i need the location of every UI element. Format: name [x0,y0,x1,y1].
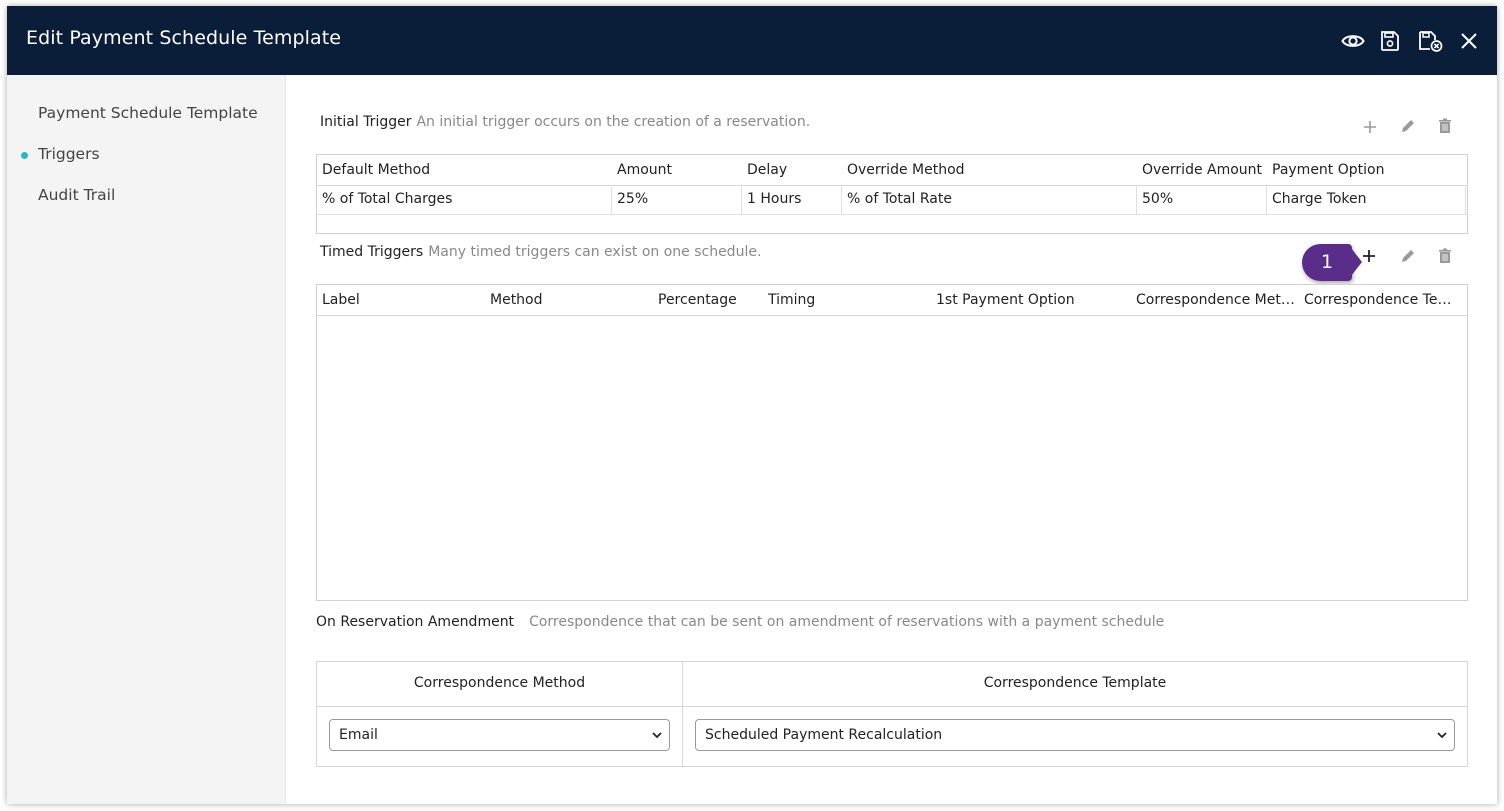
chevron-down-icon [1437,732,1447,739]
timed-triggers-header: Timed Triggers Many timed triggers can ex… [320,244,761,260]
amendment-table-header: Correspondence Method Correspondence Tem… [317,662,1467,707]
preview-eye-icon[interactable] [1341,29,1365,53]
edit-initial-trigger-icon[interactable] [1399,117,1417,135]
active-indicator-dot [21,152,28,159]
sidebar-item-triggers[interactable]: Triggers [38,145,100,163]
delete-initial-trigger-icon[interactable] [1436,117,1454,135]
column-first-payment-option[interactable]: 1st Payment Option [936,292,1126,308]
timed-triggers-table-header: Label Method Percentage Timing 1st Payme… [317,285,1467,316]
column-divider [1136,185,1137,214]
column-correspondence-template[interactable]: Correspondence Tem... [1304,292,1464,308]
column-timing[interactable]: Timing [768,292,928,308]
dialog-window: Edit Payment Schedule Template Payment S… [7,6,1497,804]
column-delay[interactable]: Delay [747,162,837,178]
column-divider [611,185,612,214]
step-callout-badge: 1 [1302,244,1352,281]
column-label[interactable]: Label [322,292,482,308]
column-method[interactable]: Method [490,292,650,308]
column-correspondence-method: Correspondence Method [413,675,586,691]
save-icon[interactable] [1378,29,1402,53]
column-divider [682,662,683,766]
cell-payment-option: Charge Token [1272,191,1367,207]
delete-timed-trigger-icon[interactable] [1436,247,1454,265]
chevron-down-icon [652,732,662,739]
column-default-method[interactable]: Default Method [322,162,607,178]
amendment-description: Correspondence that can be sent on amend… [529,614,1165,630]
column-correspondence-template: Correspondence Template [983,675,1167,691]
column-override-amount[interactable]: Override Amount [1142,162,1267,178]
amendment-table: Correspondence Method Correspondence Tem… [316,661,1468,767]
title-bar: Edit Payment Schedule Template [7,6,1497,75]
cell-delay: 1 Hours [747,191,802,207]
main-content: Initial Trigger An initial trigger occurs… [286,75,1497,804]
close-icon[interactable] [1457,29,1481,53]
column-amount[interactable]: Amount [617,162,737,178]
column-override-method[interactable]: Override Method [847,162,1132,178]
column-divider [1465,185,1466,214]
amendment-header: On Reservation Amendment Correspondence t… [316,614,1164,630]
cell-default-method: % of Total Charges [322,191,453,207]
column-divider [841,185,842,214]
cell-override-amount: 50% [1142,191,1174,207]
sidebar: Payment Schedule Template Triggers Audit… [7,75,286,804]
sidebar-item-audit-trail[interactable]: Audit Trail [38,186,115,204]
timed-triggers-heading: Timed Triggers [320,244,424,260]
sidebar-item-payment-schedule-template[interactable]: Payment Schedule Template [38,104,258,122]
initial-trigger-heading: Initial Trigger [320,114,412,130]
column-payment-option[interactable]: Payment Option [1272,162,1462,178]
cell-amount: 25% [617,191,649,207]
dialog-title: Edit Payment Schedule Template [26,27,342,49]
initial-trigger-table-header: Default Method Amount Delay Override Met… [317,155,1467,186]
correspondence-method-value: Email [339,727,378,743]
correspondence-template-value: Scheduled Payment Recalculation [705,727,943,743]
save-and-close-icon[interactable] [1417,29,1444,53]
add-initial-trigger-icon[interactable] [1361,118,1379,136]
correspondence-template-select[interactable]: Scheduled Payment Recalculation [695,719,1455,751]
column-percentage[interactable]: Percentage [658,292,758,308]
initial-trigger-table: Default Method Amount Delay Override Met… [316,154,1468,234]
column-divider [1266,185,1267,214]
column-divider [741,185,742,214]
initial-trigger-description: An initial trigger occurs on the creatio… [416,114,811,130]
edit-timed-trigger-icon[interactable] [1399,247,1417,265]
correspondence-method-select[interactable]: Email [329,719,670,751]
initial-trigger-header: Initial Trigger An initial trigger occurs… [320,114,810,130]
timed-triggers-description: Many timed triggers can exist on one sch… [428,244,762,260]
table-row[interactable]: % of Total Charges 25% 1 Hours % of Tota… [317,185,1467,215]
timed-triggers-table: Label Method Percentage Timing 1st Payme… [316,284,1468,601]
amendment-heading: On Reservation Amendment [316,614,515,630]
column-correspondence-method[interactable]: Correspondence Meth... [1136,292,1296,308]
add-timed-trigger-icon[interactable] [1360,247,1378,265]
cell-override-method: % of Total Rate [847,191,952,207]
